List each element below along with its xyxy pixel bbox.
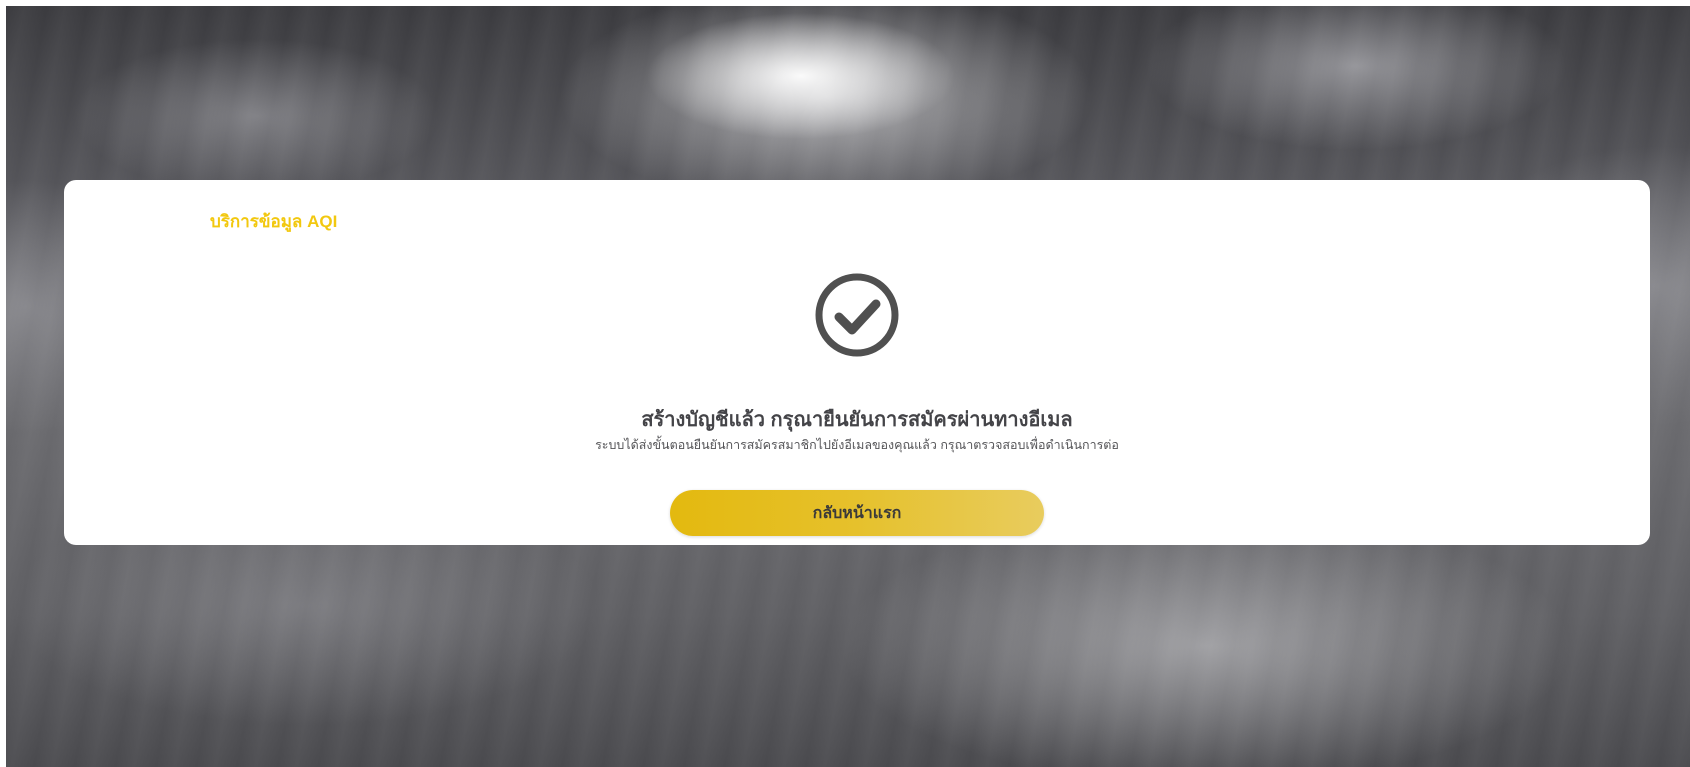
- confirmation-message: ระบบได้ส่งขั้นตอนยืนยันการสมัครสมาชิกไปย…: [595, 438, 1119, 452]
- background-sky: บริการข้อมูล AQI สร้างบัญชีแล้ว กรุณายืน…: [6, 6, 1690, 767]
- check-circle-icon: [813, 271, 901, 359]
- brand-title: บริการข้อมูล AQI: [210, 212, 338, 231]
- confirmation-title: สร้างบัญชีแล้ว กรุณายืนยันการสมัครผ่านทา…: [641, 409, 1073, 431]
- back-to-home-button[interactable]: กลับหน้าแรก: [670, 490, 1044, 536]
- confirmation-card: บริการข้อมูล AQI สร้างบัญชีแล้ว กรุณายืน…: [64, 180, 1650, 545]
